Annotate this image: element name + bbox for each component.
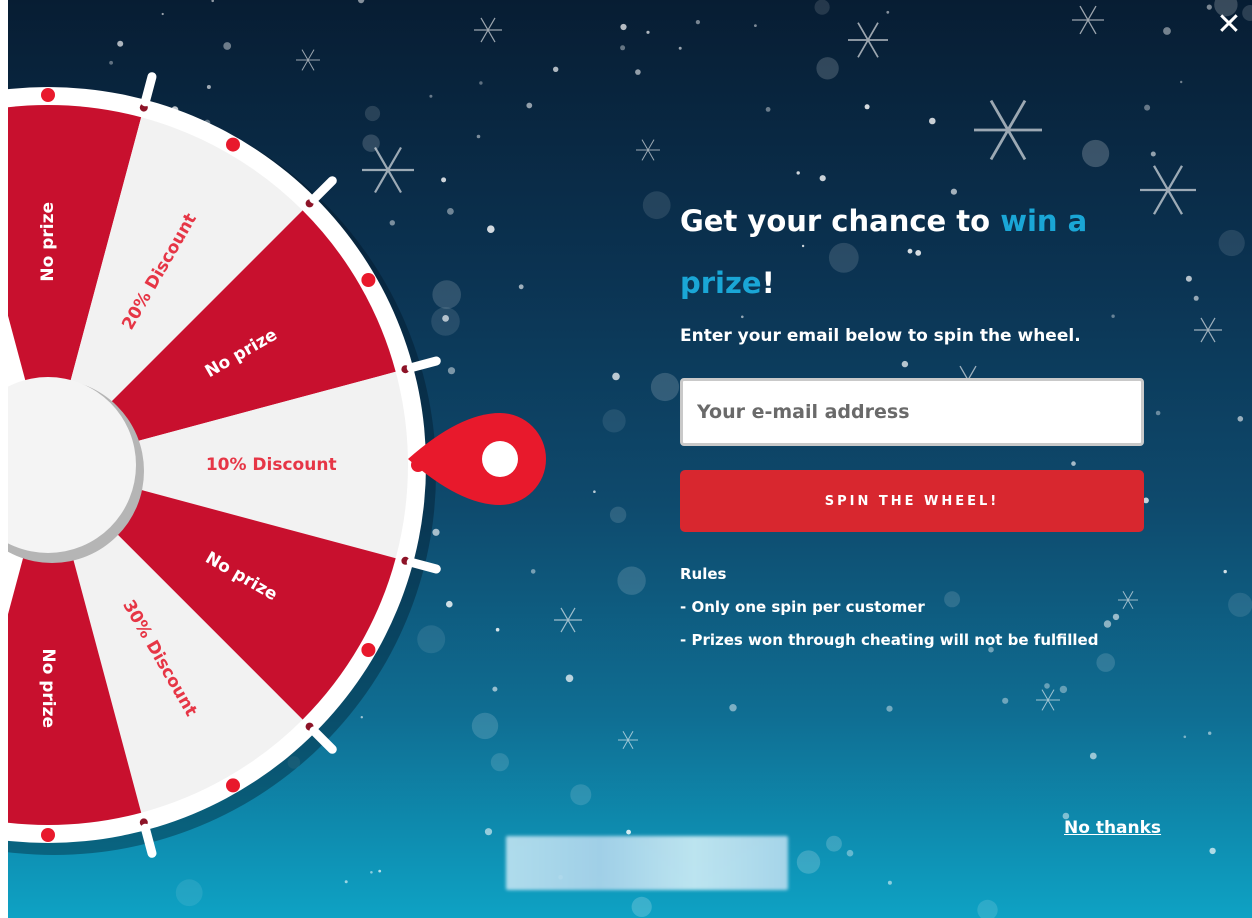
rim-dot (41, 828, 55, 842)
headline-exclamation: ! (761, 266, 775, 300)
rim-dot (226, 137, 240, 152)
wheel-segment-label: No prize (38, 648, 58, 728)
wheel-peg (140, 72, 157, 107)
rules-section: Rules - Only one spin per customer - Pri… (680, 558, 1150, 657)
headline-accent-prize: prize (680, 266, 762, 300)
wheel-peg (309, 176, 337, 204)
signup-panel: Get your chance to win a prize! Enter you… (680, 190, 1150, 657)
no-thanks-link[interactable]: No thanks (1064, 818, 1161, 838)
subheadline: Enter your email below to spin the wheel… (680, 326, 1081, 346)
close-button[interactable]: ✕ (1214, 10, 1244, 40)
rim-dot (226, 778, 240, 793)
rules-title: Rules (680, 565, 727, 583)
headline: Get your chance to win a prize! (680, 190, 1150, 314)
headline-accent-win: win a (1000, 204, 1088, 238)
rim-dot (361, 273, 376, 287)
spin-wheel-popup: No prize 20% Discount No prize 10% Discount… (8, 0, 1252, 918)
rim-dot (41, 88, 55, 102)
rim-dot (361, 643, 376, 657)
blurred-badge (506, 836, 788, 890)
email-input[interactable] (680, 378, 1144, 446)
headline-text: Get your chance to (680, 204, 1001, 238)
spin-the-wheel-button[interactable]: SPIN THE WHEEL! (680, 470, 1144, 532)
wheel-pointer-knob (482, 441, 518, 477)
rule-item: - Only one spin per customer (680, 598, 925, 616)
rule-item: - Prizes won through cheating will not b… (680, 631, 1099, 649)
wheel-segment-label: No prize (38, 202, 58, 282)
wheel-segment-label: 10% Discount (206, 455, 337, 475)
